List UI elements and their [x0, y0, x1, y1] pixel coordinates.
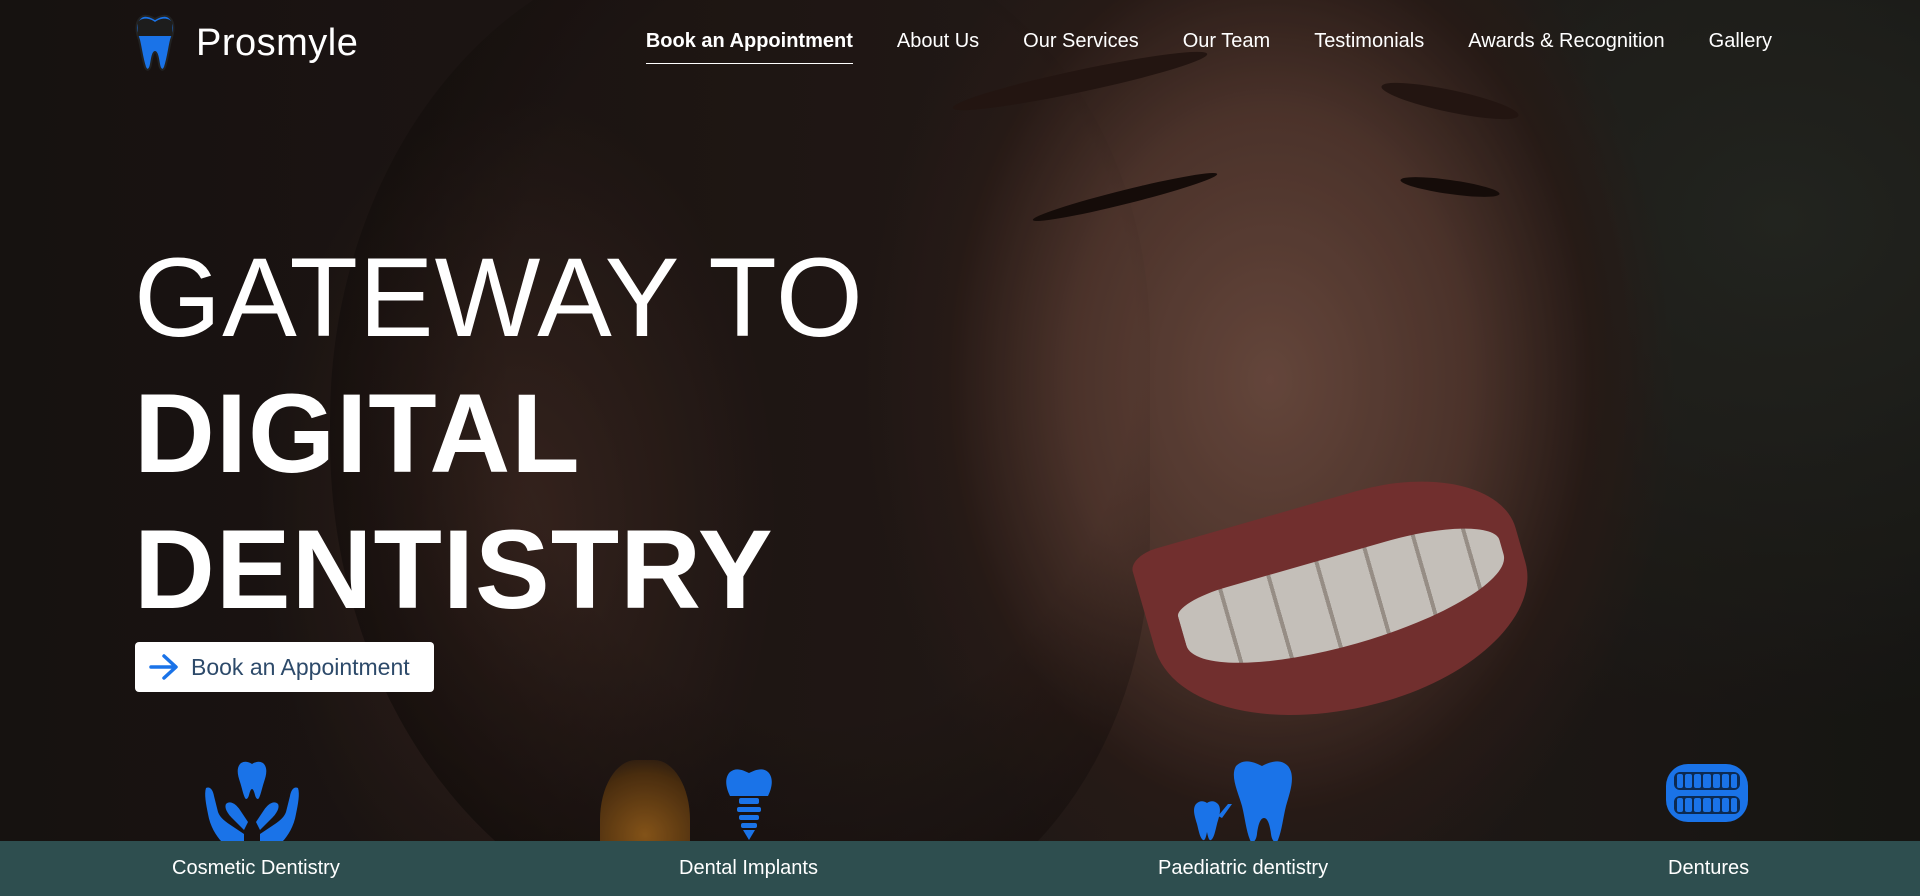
service-dentures[interactable]: Dentures — [1668, 857, 1749, 880]
arrow-right-icon — [149, 654, 178, 680]
nav-awards[interactable]: Awards & Recognition — [1468, 30, 1664, 63]
main-nav: Book an Appointment About Us Our Service… — [602, 30, 1772, 64]
dentures-icon — [1666, 764, 1748, 822]
child-tooth-icon — [1194, 761, 1292, 842]
implant-icon — [726, 769, 772, 840]
hero-line-3: DENTISTRY — [134, 507, 774, 632]
services-bar: Cosmetic Dentistry Dental Implants Paedi… — [0, 841, 1920, 896]
nav-gallery[interactable]: Gallery — [1709, 30, 1772, 63]
brand-name: Prosmyle — [196, 21, 359, 64]
hero-line-1: GATEWAY TO — [134, 235, 864, 360]
book-appointment-label: Book an Appointment — [191, 653, 410, 680]
book-appointment-button[interactable]: Book an Appointment — [135, 642, 434, 692]
nav-about-us[interactable]: About Us — [897, 30, 979, 63]
hero-line-2: DIGITAL — [134, 371, 581, 496]
hero-headline: GATEWAY TO DIGITAL DENTISTRY — [134, 230, 864, 638]
hands-tooth-icon — [205, 761, 299, 842]
brand-logo[interactable]: Prosmyle — [134, 14, 358, 72]
service-dental-implants[interactable]: Dental Implants — [679, 857, 818, 880]
tooth-icon — [135, 14, 175, 71]
service-paediatric-dentistry[interactable]: Paediatric dentistry — [1158, 857, 1328, 880]
nav-our-team[interactable]: Our Team — [1183, 30, 1270, 63]
site-header: Prosmyle Book an Appointment About Us Ou… — [0, 0, 1920, 90]
service-cosmetic-dentistry[interactable]: Cosmetic Dentistry — [172, 857, 340, 880]
nav-our-services[interactable]: Our Services — [1023, 30, 1139, 63]
nav-book-appointment[interactable]: Book an Appointment — [645, 30, 853, 64]
nav-testimonials[interactable]: Testimonials — [1314, 30, 1424, 63]
